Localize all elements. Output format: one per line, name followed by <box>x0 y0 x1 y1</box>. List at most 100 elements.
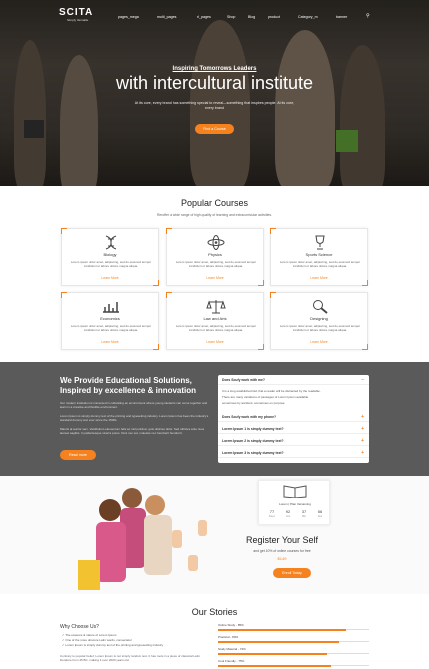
course-name: Sports Science <box>305 252 333 257</box>
faq-answer-line: There are many variations of passages of… <box>222 395 309 399</box>
course-name: Economics <box>100 316 120 321</box>
nav-item-pages-mega[interactable]: pages_mega <box>118 15 139 19</box>
countdown-label: Days <box>269 515 275 518</box>
nav-item-rl-pages[interactable]: rl_pages <box>197 15 211 19</box>
course-name: Designing <box>310 316 328 321</box>
search-icon[interactable]: ⚲ <box>366 13 370 19</box>
nav-item-category[interactable]: Category_m <box>298 15 318 19</box>
top-navigation: SCITA Simply Versatile pages_mega multi_… <box>0 0 429 28</box>
skill-label: Study Material - 72% <box>218 647 246 651</box>
faq-answer-line: sometimes by accident, sometimes on purp… <box>222 401 285 405</box>
countdown-label: Hrs <box>285 515 291 518</box>
countdown-card: Lorem | Plan Versioning <box>258 480 330 525</box>
why-list-item: ✓ One of the more obscure Latin words, c… <box>62 638 132 642</box>
read-more-button[interactable]: Read more <box>60 450 96 460</box>
nav-item-multi-pages[interactable]: multi_pages <box>157 15 176 19</box>
course-card[interactable]: Sports Science Lorem ipsum dolor amet, ad… <box>270 228 368 286</box>
trophy-icon <box>315 235 325 250</box>
minus-icon[interactable]: – <box>361 377 364 383</box>
skill-label: Cool Friendly - 75% <box>218 659 245 663</box>
card-corner-accent <box>258 280 264 286</box>
chart-icon <box>103 302 119 313</box>
courses-subtitle: Reroffer a wide range of high quality of… <box>156 213 273 217</box>
countdown-value: 77 <box>269 509 275 514</box>
countdown-value: 92 <box>285 509 291 514</box>
hero-section: SCITA Simply Versatile pages_mega multi_… <box>0 0 429 186</box>
countdown-value: 56 <box>317 509 323 514</box>
learn-more-link[interactable]: Learn More <box>271 340 367 344</box>
course-card[interactable]: Physics Lorem ipsum dolor amet, adipiscin… <box>166 228 264 286</box>
skill-bar-fill <box>218 629 347 631</box>
course-description: Lorem ipsum dolor amet, adipiscing, sed … <box>70 324 152 332</box>
card-corner-accent <box>270 292 276 298</box>
faq-item[interactable]: Lorem Ipsum 1 is simply dummy text? + <box>218 424 369 434</box>
learn-more-link[interactable]: Learn More <box>167 276 263 280</box>
why-choose-title: Why Choose Us? <box>60 624 99 630</box>
register-offer: and get 10% of online courses for free <box>253 549 311 553</box>
education-paragraph: Our modern institution is immersed in cu… <box>60 401 208 410</box>
find-course-button[interactable]: Find a Course <box>195 124 234 134</box>
nav-item-banner[interactable]: banner <box>336 15 347 19</box>
card-corner-accent <box>153 344 159 350</box>
course-card[interactable]: Designing Lorem ipsum dolor amet, adipisc… <box>270 292 368 350</box>
scales-icon <box>206 300 226 314</box>
why-list-item: ✓ Lorem Ipsum is simply dummy text of th… <box>62 643 164 647</box>
atom-icon <box>207 235 225 250</box>
course-description: Lorem ipsum dolor amet, adipiscing, sed … <box>279 324 361 332</box>
students-photo <box>78 488 207 590</box>
card-corner-accent <box>61 228 67 234</box>
faq-question: Lorem Ipsum 2 is simply dummy text? <box>222 439 284 443</box>
course-card[interactable]: Law and Arts Lorem ipsum dolor amet, adip… <box>166 292 264 350</box>
education-paragraph: Mauris at auctor sem. Vestibulum element… <box>60 427 205 436</box>
course-description: Lorem ipsum dolor amet, adipiscing, sed … <box>279 260 361 268</box>
countdown-card-title: Lorem | Plan Versioning <box>279 502 311 506</box>
faq-item[interactable]: Lorem Ipsum 3 is simply dummy text? + <box>218 448 369 458</box>
course-description: Lorem ipsum dolor amet, adipiscing, sed … <box>175 324 257 332</box>
register-title: Register Your Self <box>245 535 319 545</box>
nav-item-blog[interactable]: Blog <box>248 15 255 19</box>
education-title-line2: Inspired by excellence & innovation <box>60 386 197 395</box>
card-corner-accent <box>362 280 368 286</box>
course-card[interactable]: Biology Lorem ipsum dolor amet, adipiscin… <box>61 228 159 286</box>
courses-title: Popular Courses <box>180 198 249 208</box>
faq-item[interactable]: Does Scufy work with my phone? + <box>218 412 369 422</box>
faq-question: Does Scufy work with my phone? <box>222 415 277 419</box>
nav-item-shop[interactable]: Shop <box>227 15 235 19</box>
plus-icon[interactable]: + <box>361 438 364 444</box>
faq-answer-line: It is a long established fact that a rea… <box>222 389 321 393</box>
faq-accordion: Does Scufy work with me? – It is a long … <box>218 375 369 463</box>
faq-item[interactable]: Lorem Ipsum 2 is simply dummy text? + <box>218 436 369 446</box>
course-description: Lorem ipsum dolor amet, adipiscing, sed … <box>70 260 152 268</box>
course-description: Lorem ipsum dolor amet, adipiscing, sed … <box>175 260 257 268</box>
card-corner-accent <box>153 280 159 286</box>
countdown-label: Sec <box>317 515 323 518</box>
course-name: Physics <box>208 252 222 257</box>
skill-label: Online Study - 85% <box>218 623 244 627</box>
learn-more-link[interactable]: Learn More <box>271 276 367 280</box>
education-paragraph: Lorem Ipsum is simply dummy text of the … <box>60 414 209 423</box>
register-price: $149 <box>277 556 287 561</box>
stories-title: Our Stories <box>191 607 238 617</box>
logo[interactable]: SCITA <box>59 7 93 18</box>
hero-title: with intercultural institute <box>115 73 314 93</box>
faq-item[interactable]: Does Scufy work with me? – <box>218 375 369 385</box>
enroll-button[interactable]: Enroll Today <box>273 568 311 578</box>
why-paragraph: Contrary to popular belief, Lorem Ipsum … <box>60 654 200 662</box>
plus-icon[interactable]: + <box>361 450 364 456</box>
learn-more-link[interactable]: Learn More <box>62 276 158 280</box>
countdown-label: Min <box>301 515 307 518</box>
faq-question: Lorem Ipsum 1 is simply dummy text? <box>222 427 284 431</box>
plus-icon[interactable]: + <box>361 426 364 432</box>
learn-more-link[interactable]: Learn More <box>167 340 263 344</box>
nav-item-product[interactable]: product <box>268 15 280 19</box>
faq-question: Does Scufy work with me? <box>222 378 265 382</box>
plus-icon[interactable]: + <box>361 414 364 420</box>
course-name: Biology <box>103 252 117 257</box>
hero-description: At its core, every brand has something s… <box>134 101 295 110</box>
course-card[interactable]: Economics Lorem ipsum dolor amet, adipisc… <box>61 292 159 350</box>
open-book-icon <box>283 485 307 498</box>
skill-label: Practical - 80% <box>218 635 239 639</box>
why-list-item: ✓ The essence & nature of Lorem Ipsum <box>62 633 117 637</box>
learn-more-link[interactable]: Learn More <box>62 340 158 344</box>
card-corner-accent <box>166 228 172 234</box>
